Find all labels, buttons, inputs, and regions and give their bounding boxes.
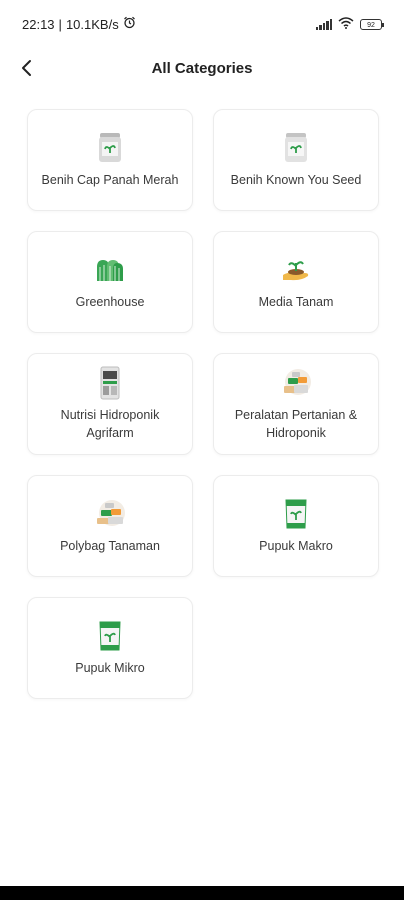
app-header: All Categories bbox=[0, 48, 404, 88]
category-card-greenhouse[interactable]: Greenhouse bbox=[27, 231, 193, 333]
battery-icon: 92 bbox=[360, 18, 384, 30]
category-label: Polybag Tanaman bbox=[60, 539, 160, 553]
category-card-pupuk-makro[interactable]: Pupuk Makro bbox=[213, 475, 379, 577]
status-network-speed: 10.1KB/s bbox=[65, 16, 119, 32]
polybag-pile-icon bbox=[94, 497, 126, 531]
category-card-benih-cap-panah-merah[interactable]: Benih Cap Panah Merah bbox=[27, 109, 193, 211]
wifi-icon bbox=[338, 16, 354, 32]
status-bar: 22:13 | 10.1KB/s 92 bbox=[0, 0, 404, 48]
category-label: Media Tanam bbox=[258, 295, 334, 309]
category-label: Greenhouse bbox=[75, 295, 145, 309]
status-separator: | bbox=[58, 16, 62, 32]
chevron-left-icon bbox=[22, 60, 31, 76]
category-grid: Benih Cap Panah Merah Benih Known You Se… bbox=[27, 109, 379, 699]
category-card-polybag-tanaman[interactable]: Polybag Tanaman bbox=[27, 475, 193, 577]
alarm-icon bbox=[123, 16, 136, 32]
greenhouse-icon bbox=[94, 253, 126, 287]
category-card-benih-known-you-seed[interactable]: Benih Known You Seed bbox=[213, 109, 379, 211]
status-right: 92 bbox=[315, 16, 384, 32]
fertilizer-bag-icon bbox=[280, 497, 312, 531]
back-button[interactable] bbox=[14, 54, 38, 82]
seed-can-icon bbox=[94, 131, 126, 165]
category-label: Peralatan Pertanian & Hidroponik bbox=[234, 408, 358, 440]
category-label: Pupuk Makro bbox=[259, 539, 333, 553]
tools-pile-icon bbox=[280, 366, 312, 400]
category-label: Pupuk Mikro bbox=[75, 661, 145, 675]
category-label: Benih Known You Seed bbox=[230, 173, 362, 187]
category-card-media-tanam[interactable]: Media Tanam bbox=[213, 231, 379, 333]
fertilizer-bag-icon bbox=[94, 619, 126, 653]
category-label: Nutrisi Hidroponik Agrifarm bbox=[60, 408, 160, 440]
sprout-hand-icon bbox=[280, 253, 312, 287]
category-label: Benih Cap Panah Merah bbox=[41, 173, 179, 187]
system-navigation-bar bbox=[0, 886, 404, 900]
page-title: All Categories bbox=[151, 59, 253, 77]
category-card-pupuk-mikro[interactable]: Pupuk Mikro bbox=[27, 597, 193, 699]
battery-level: 92 bbox=[367, 21, 375, 29]
category-card-peralatan-pertanian-hidroponik[interactable]: Peralatan Pertanian & Hidroponik bbox=[213, 353, 379, 455]
status-time: 22:13 bbox=[22, 16, 55, 32]
seed-can-icon bbox=[280, 131, 312, 165]
status-left: 22:13 | 10.1KB/s bbox=[22, 16, 136, 32]
signal-icon bbox=[315, 18, 332, 30]
nutrient-bottle-icon bbox=[94, 366, 126, 400]
category-card-nutrisi-hidroponik-agrifarm[interactable]: Nutrisi Hidroponik Agrifarm bbox=[27, 353, 193, 455]
